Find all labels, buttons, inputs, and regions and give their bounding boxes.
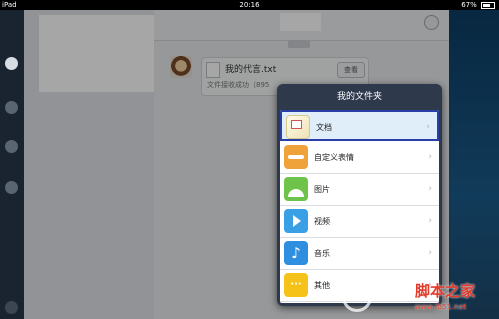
discover-icon[interactable]	[5, 181, 18, 194]
folder-item-video[interactable]: 视频 ›	[280, 206, 439, 238]
battery-percent: 67%	[461, 1, 477, 9]
documents-icon	[286, 115, 310, 139]
chevron-right-icon: ›	[428, 184, 432, 194]
chevron-right-icon: ›	[428, 216, 432, 226]
folder-label: 视频	[314, 217, 330, 226]
watermark-url: www.jb51.net	[415, 303, 467, 311]
folder-label: 其他	[314, 281, 330, 290]
battery-indicator: 67%	[461, 0, 495, 10]
watermark-logo-icon	[342, 282, 372, 312]
settings-icon[interactable]	[5, 301, 18, 314]
music-icon: ♪	[284, 241, 308, 265]
folder-item-music[interactable]: ♪ 音乐 ›	[280, 238, 439, 270]
status-bar: iPad 20:16 67%	[0, 0, 499, 10]
chevron-right-icon: ›	[426, 122, 430, 132]
watermark-text: 脚本之家	[415, 282, 476, 300]
video-icon	[284, 209, 308, 233]
folder-item-pictures[interactable]: 图片 ›	[280, 174, 439, 206]
group-icon[interactable]	[5, 140, 18, 153]
other-icon: ···	[284, 273, 308, 297]
popover-title: 我的文件夹	[336, 92, 382, 102]
folder-label: 音乐	[314, 249, 330, 258]
folder-list: 文档 › 自定义表情 › 图片 › 视频 › ♪ 音乐 › ··· 其他 ›	[280, 110, 439, 303]
chevron-right-icon: ›	[428, 152, 432, 162]
my-folders-popover: 我的文件夹 文档 › 自定义表情 › 图片 › 视频 › ♪ 音乐 › ···	[277, 84, 442, 306]
folder-label: 文档	[316, 123, 332, 132]
folder-label: 自定义表情	[314, 153, 354, 162]
watermark: 脚本之家 www.jb51.net	[342, 276, 499, 319]
folder-item-documents[interactable]: 文档 ›	[280, 110, 439, 141]
custom-emoji-icon	[284, 145, 308, 169]
folder-item-custom-emoji[interactable]: 自定义表情 ›	[280, 142, 439, 174]
sidebar	[0, 10, 24, 319]
clock: 20:16	[239, 1, 260, 9]
folder-label: 图片	[314, 185, 330, 194]
pictures-icon	[284, 177, 308, 201]
contacts-icon[interactable]	[5, 101, 18, 114]
battery-icon	[481, 1, 495, 9]
chat-icon[interactable]	[5, 57, 18, 70]
chevron-right-icon: ›	[428, 248, 432, 258]
